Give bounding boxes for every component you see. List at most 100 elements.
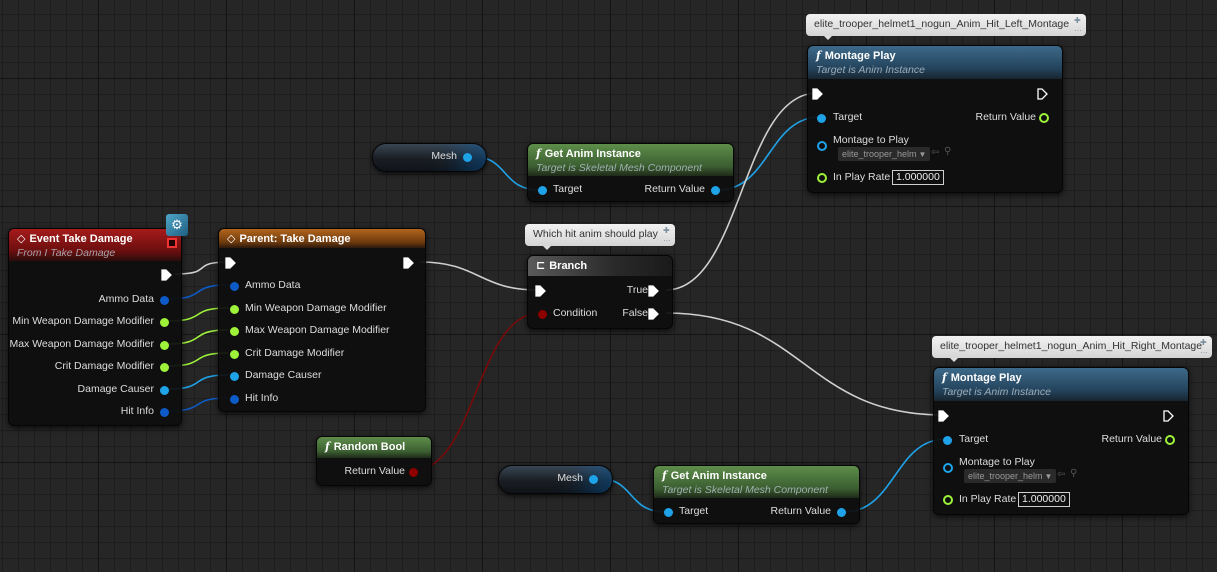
return-value-pin[interactable] xyxy=(1039,113,1049,123)
node-subtitle: Target is Anim Instance xyxy=(942,386,1051,398)
pin-label: Target xyxy=(553,183,583,195)
pin-dot[interactable] xyxy=(159,295,169,305)
pin-dot[interactable] xyxy=(159,407,169,417)
pin-label: Return Value xyxy=(770,505,831,517)
pin-comment-icon[interactable]: ✚… xyxy=(1074,17,1082,33)
pin-dot[interactable] xyxy=(229,349,239,359)
pin-dot[interactable] xyxy=(229,281,239,291)
play-rate-input[interactable]: 1.000000 xyxy=(1018,492,1070,507)
pin-label: Target xyxy=(959,433,989,445)
function-icon: f xyxy=(942,371,947,384)
node-title: Montage Play xyxy=(950,372,1022,384)
montage-asset-value: elite_trooper_helm xyxy=(842,149,917,159)
event-take-damage-node[interactable]: ◇ Event Take Damage From I Take Damage Ammo… xyxy=(8,228,182,426)
node-title: Get Anim Instance xyxy=(544,148,641,160)
return-value-pin[interactable] xyxy=(408,467,418,477)
node-header: f Montage Play Target is Anim Instance xyxy=(808,46,1062,79)
parent-take-damage-node[interactable]: ◇ Parent: Take Damage Ammo Data Min Weapon … xyxy=(218,228,426,412)
delegate-pin-icon[interactable] xyxy=(167,238,177,248)
node-title: Montage Play xyxy=(824,50,896,62)
get-anim-instance-node[interactable]: f Get Anim Instance Target is Skeletal Mes… xyxy=(527,143,734,202)
montage-asset-dropdown[interactable]: elite_trooper_helm ▼ xyxy=(964,469,1057,483)
event-diamond-icon: ◇ xyxy=(17,232,26,245)
play-rate-input[interactable]: 1.000000 xyxy=(892,170,944,185)
montage-to-play-pin[interactable] xyxy=(943,463,953,473)
chevron-down-icon: ▼ xyxy=(1044,472,1053,481)
node-subtitle: Target is Skeletal Mesh Component xyxy=(662,484,828,496)
montage-play-node[interactable]: f Montage Play Target is Anim Instance Targ… xyxy=(807,45,1063,193)
montage-asset-dropdown[interactable]: elite_trooper_helm ▼ xyxy=(838,147,931,161)
pin-comment-icon[interactable]: ✚… xyxy=(663,227,671,243)
variable-name: Mesh xyxy=(431,150,457,162)
pin-label: Return Value xyxy=(975,111,1036,123)
node-header: f Get Anim Instance Target is Skeletal Mes… xyxy=(528,144,733,176)
mesh-output-pin[interactable] xyxy=(462,152,472,162)
mesh-variable-node[interactable]: Mesh xyxy=(498,465,613,494)
comment-text: elite_trooper_helmet1_nogun_Anim_Hit_Lef… xyxy=(814,18,1070,30)
node-title: Random Bool xyxy=(333,441,406,453)
pin-label: Crit Damage Modifier xyxy=(245,347,345,359)
montage-play-node[interactable]: f Montage Play Target is Anim Instance Targ… xyxy=(933,367,1189,515)
use-selected-asset-icon[interactable]: ⇦ xyxy=(1057,469,1065,480)
pin-dot[interactable] xyxy=(229,394,239,404)
mesh-variable-node[interactable]: Mesh xyxy=(372,143,487,172)
target-pin[interactable] xyxy=(816,113,826,123)
in-play-rate-pin[interactable] xyxy=(943,495,953,505)
comment-text: elite_trooper_helmet1_nogun_Anim_Hit_Rig… xyxy=(940,340,1203,352)
node-comment[interactable]: elite_trooper_helmet1_nogun_Anim_Hit_Rig… xyxy=(932,336,1212,362)
pin-label: In Play Rate xyxy=(959,493,1017,505)
return-value-pin[interactable] xyxy=(710,185,720,195)
pin-dot[interactable] xyxy=(159,362,169,372)
pin-dot[interactable] xyxy=(229,371,239,381)
montage-asset-value: elite_trooper_helm xyxy=(968,471,1043,481)
pin-label: Damage Causer xyxy=(245,369,322,381)
browse-asset-search-icon[interactable]: ⚲ xyxy=(1070,468,1077,479)
pin-label: Target xyxy=(833,111,863,123)
random-bool-node[interactable]: f Random Bool Return Value xyxy=(316,436,432,486)
in-play-rate-pin[interactable] xyxy=(817,173,827,183)
pin-dot[interactable] xyxy=(159,340,169,350)
exec-wire xyxy=(419,261,539,291)
pin-label: In Play Rate xyxy=(833,171,891,183)
condition-pin[interactable] xyxy=(537,309,547,319)
montage-to-play-pin[interactable] xyxy=(817,141,827,151)
pin-dot[interactable] xyxy=(229,304,239,314)
function-icon: f xyxy=(662,469,667,482)
node-header: ⊏ Branch xyxy=(528,256,672,276)
function-icon: f xyxy=(816,49,821,62)
pin-label: Return Value xyxy=(1101,433,1162,445)
pin-label: Max Weapon Damage Modifier xyxy=(245,324,390,336)
pin-label: Montage to Play xyxy=(833,134,909,146)
use-selected-asset-icon[interactable]: ⇦ xyxy=(931,147,939,158)
target-pin[interactable] xyxy=(537,185,547,195)
node-title: Branch xyxy=(549,260,588,272)
pin-dot[interactable] xyxy=(159,385,169,395)
pin-dot[interactable] xyxy=(229,326,239,336)
pin-dot[interactable] xyxy=(159,317,169,327)
chevron-down-icon: ▼ xyxy=(918,150,927,159)
comment-text: Which hit anim should play xyxy=(533,228,658,240)
browse-asset-search-icon[interactable]: ⚲ xyxy=(944,146,951,157)
pin-comment-icon[interactable]: ✚… xyxy=(1200,339,1208,355)
target-pin[interactable] xyxy=(663,507,673,517)
node-header: f Random Bool xyxy=(317,437,431,458)
interface-event-icon: ⚙ xyxy=(166,214,188,236)
pin-label: Return Value xyxy=(344,465,405,477)
target-pin[interactable] xyxy=(942,435,952,445)
get-anim-instance-node[interactable]: f Get Anim Instance Target is Skeletal Mes… xyxy=(653,465,860,524)
branch-node[interactable]: ⊏ Branch Condition True False xyxy=(527,255,673,329)
node-title: Get Anim Instance xyxy=(670,470,767,482)
pin-label: Ammo Data xyxy=(245,279,301,291)
function-icon: f xyxy=(536,147,541,160)
function-icon: f xyxy=(325,440,330,453)
pin-label: Hit Info xyxy=(120,405,154,417)
node-comment[interactable]: elite_trooper_helmet1_nogun_Anim_Hit_Lef… xyxy=(806,14,1086,40)
pin-label: Damage Causer xyxy=(77,383,154,395)
mesh-output-pin[interactable] xyxy=(588,474,598,484)
return-value-pin[interactable] xyxy=(836,507,846,517)
pin-label: Ammo Data xyxy=(98,293,154,305)
node-header: f Get Anim Instance Target is Skeletal Mes… xyxy=(654,466,859,498)
node-comment[interactable]: Which hit anim should play ✚… xyxy=(525,224,675,250)
pin-label: Target xyxy=(679,505,709,517)
return-value-pin[interactable] xyxy=(1165,435,1175,445)
